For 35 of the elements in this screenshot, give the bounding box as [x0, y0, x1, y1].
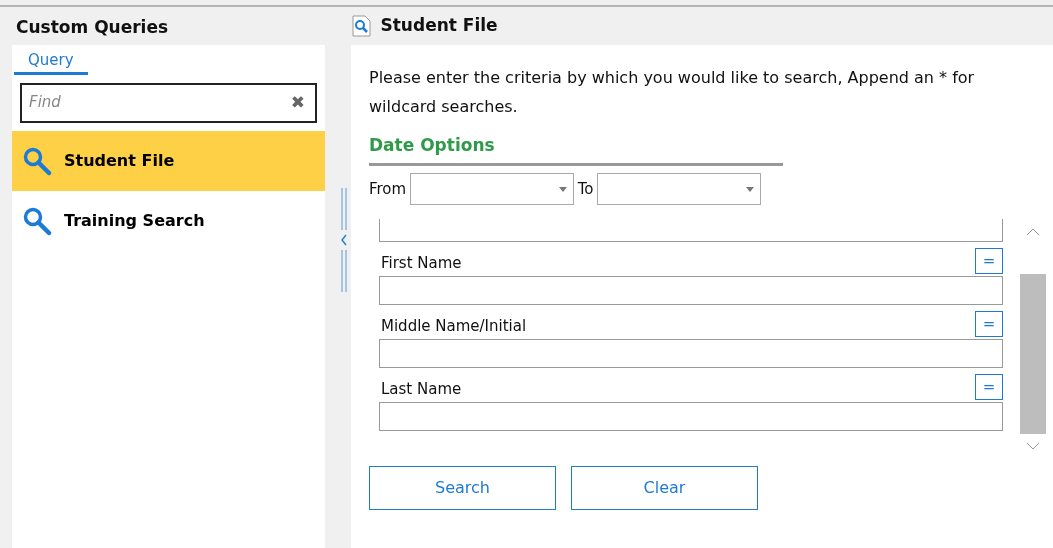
- field-label: Last Name: [381, 378, 462, 400]
- scroll-up-icon[interactable]: [1026, 227, 1040, 236]
- text-field[interactable]: [379, 276, 1003, 305]
- splitter-grip-icon[interactable]: [341, 188, 347, 231]
- search-icon: [22, 145, 52, 176]
- operator-button[interactable]: =: [975, 374, 1003, 400]
- dropdown-arrow-icon: [746, 186, 755, 192]
- action-button[interactable]: Clear: [571, 466, 758, 510]
- scroll-down-icon[interactable]: [1026, 442, 1040, 451]
- search-icon: [22, 205, 52, 236]
- to-label: To: [577, 178, 594, 200]
- tab[interactable]: Query: [14, 49, 88, 75]
- from-date-dropdown[interactable]: [409, 173, 574, 205]
- operator-button[interactable]: =: [975, 248, 1003, 274]
- from-label: From: [369, 178, 407, 200]
- to-date-dropdown[interactable]: [597, 173, 762, 205]
- action-button[interactable]: Search: [369, 466, 556, 510]
- scrollbar-thumb[interactable]: [1020, 273, 1046, 435]
- panel-title: Custom Queries: [15, 16, 170, 39]
- collapse-chevron-icon[interactable]: [340, 234, 348, 246]
- text-field[interactable]: [379, 219, 1003, 242]
- document-search-icon: [351, 14, 373, 37]
- field-label: First Name: [381, 252, 462, 274]
- dropdown-arrow-icon: [558, 186, 567, 192]
- text-field[interactable]: [379, 339, 1003, 368]
- text-field[interactable]: [379, 402, 1003, 431]
- clear-button[interactable]: ✖: [290, 89, 305, 116]
- find-field[interactable]: Find ✖: [20, 82, 317, 123]
- field-label: Middle Name/Initial: [381, 315, 527, 337]
- panel-title: Student File: [380, 13, 498, 37]
- query-item[interactable]: Student File: [12, 130, 325, 191]
- splitter-grip-icon[interactable]: [341, 249, 347, 292]
- section-heading: Date Options: [369, 133, 783, 166]
- instructions-text: Please enter the criteria by which you would like to search, Append an * for wildcard searches.: [369, 67, 976, 118]
- operator-button[interactable]: =: [975, 311, 1003, 337]
